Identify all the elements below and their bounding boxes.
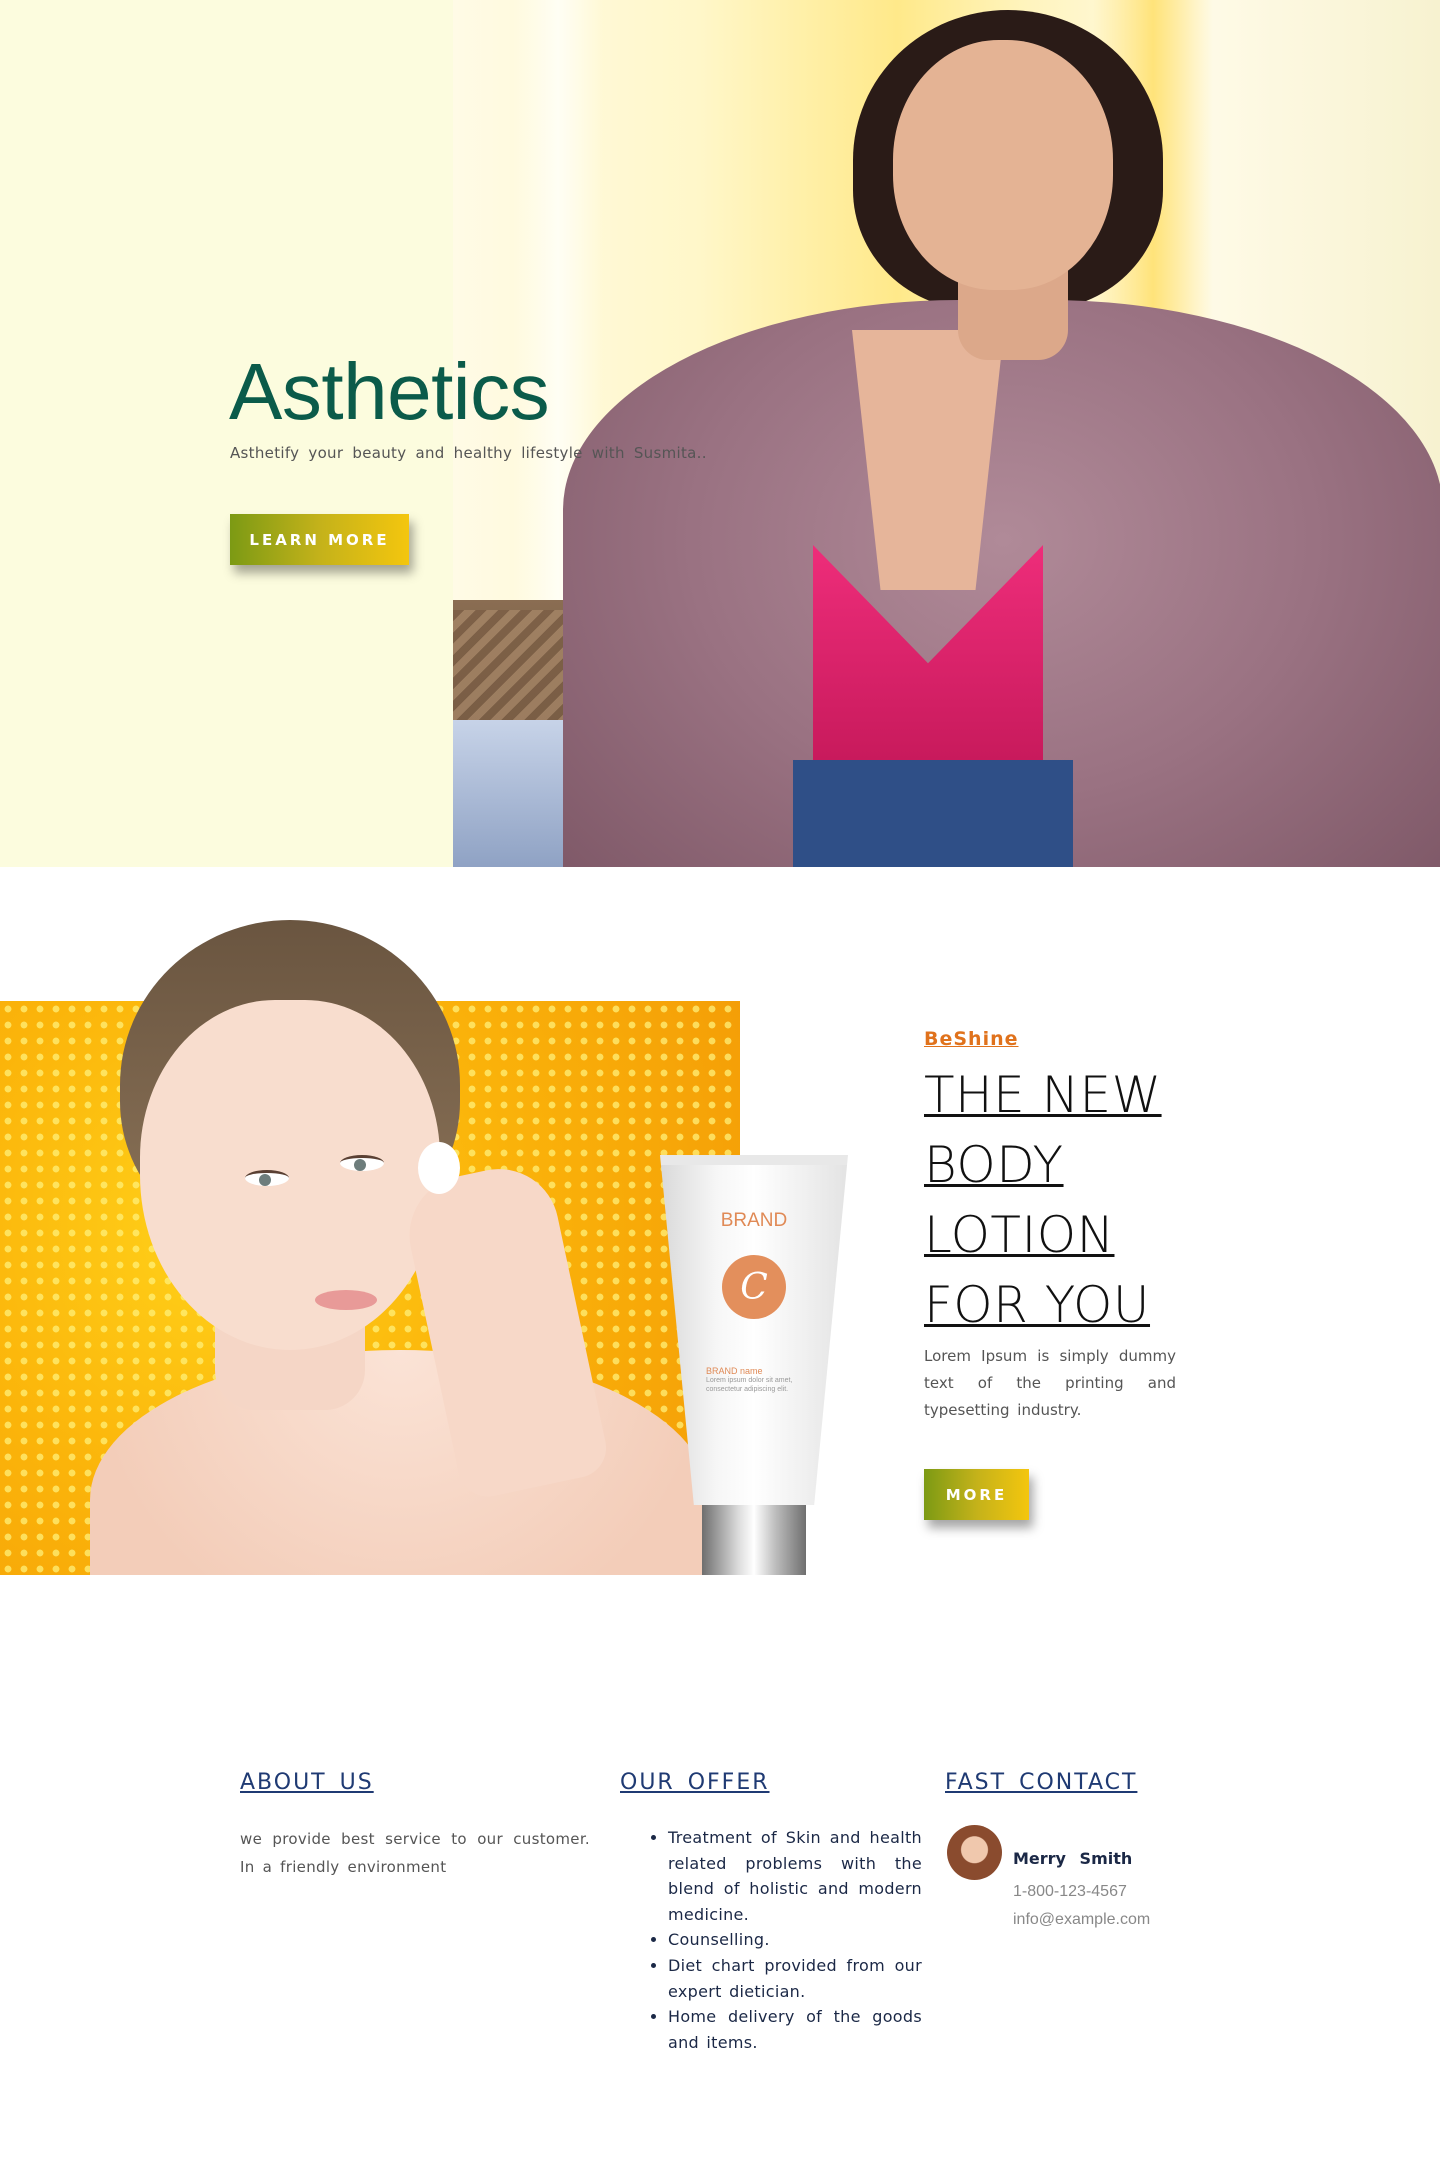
about-us-heading: ABOUT US [240, 1770, 374, 1795]
about-us-text: we provide best service to our customer.… [240, 1830, 590, 1876]
promo-title: THE NEW BODY LOTION FOR YOU [924, 1066, 1162, 1334]
lotion-tube-image: BRAND C BRAND name Lorem ipsum dolor sit… [660, 1155, 848, 1575]
contact-phone[interactable]: 1-800-123-4567 [1013, 1883, 1127, 1901]
hero-title: Asthetics [229, 347, 550, 436]
our-offer-heading: OUR OFFER [620, 1770, 770, 1795]
offer-item: Home delivery of the goods and items. [668, 2004, 922, 2055]
contact-email[interactable]: info@example.com [1013, 1911, 1150, 1929]
tube-fine-print: BRAND name Lorem ipsum dolor sit amet, c… [706, 1367, 806, 1394]
avatar [947, 1825, 1002, 1880]
offer-list: Treatment of Skin and health related pro… [668, 1825, 922, 2055]
learn-more-button[interactable]: LEARN MORE [230, 514, 409, 565]
promo-description: Lorem Ipsum is simply dummy text of the … [924, 1347, 1176, 1419]
brand-link[interactable]: BeShine [924, 1028, 1019, 1050]
contact-name: Merry Smith [1013, 1849, 1133, 1868]
offer-item: Treatment of Skin and health related pro… [668, 1825, 922, 1927]
hero-section: Asthetics Asthetify your beauty and heal… [0, 0, 1440, 867]
fast-contact-heading: FAST CONTACT [945, 1770, 1138, 1795]
offer-item: Counselling. [668, 1927, 922, 1953]
tube-fine-print-text: Lorem ipsum dolor sit amet, consectetur … [706, 1377, 793, 1393]
model-photo [0, 920, 720, 1575]
offer-item: Diet chart provided from our expert diet… [668, 1953, 922, 2004]
more-button[interactable]: MORE [924, 1469, 1029, 1520]
tube-name-text: BRAND name [706, 1366, 763, 1376]
tube-logo-icon: C [722, 1255, 786, 1319]
hero-woman-photo [453, 0, 1440, 867]
tube-brand-text: BRAND [720, 1210, 788, 1231]
hero-subtitle: Asthetify your beauty and healthy lifest… [230, 444, 707, 462]
